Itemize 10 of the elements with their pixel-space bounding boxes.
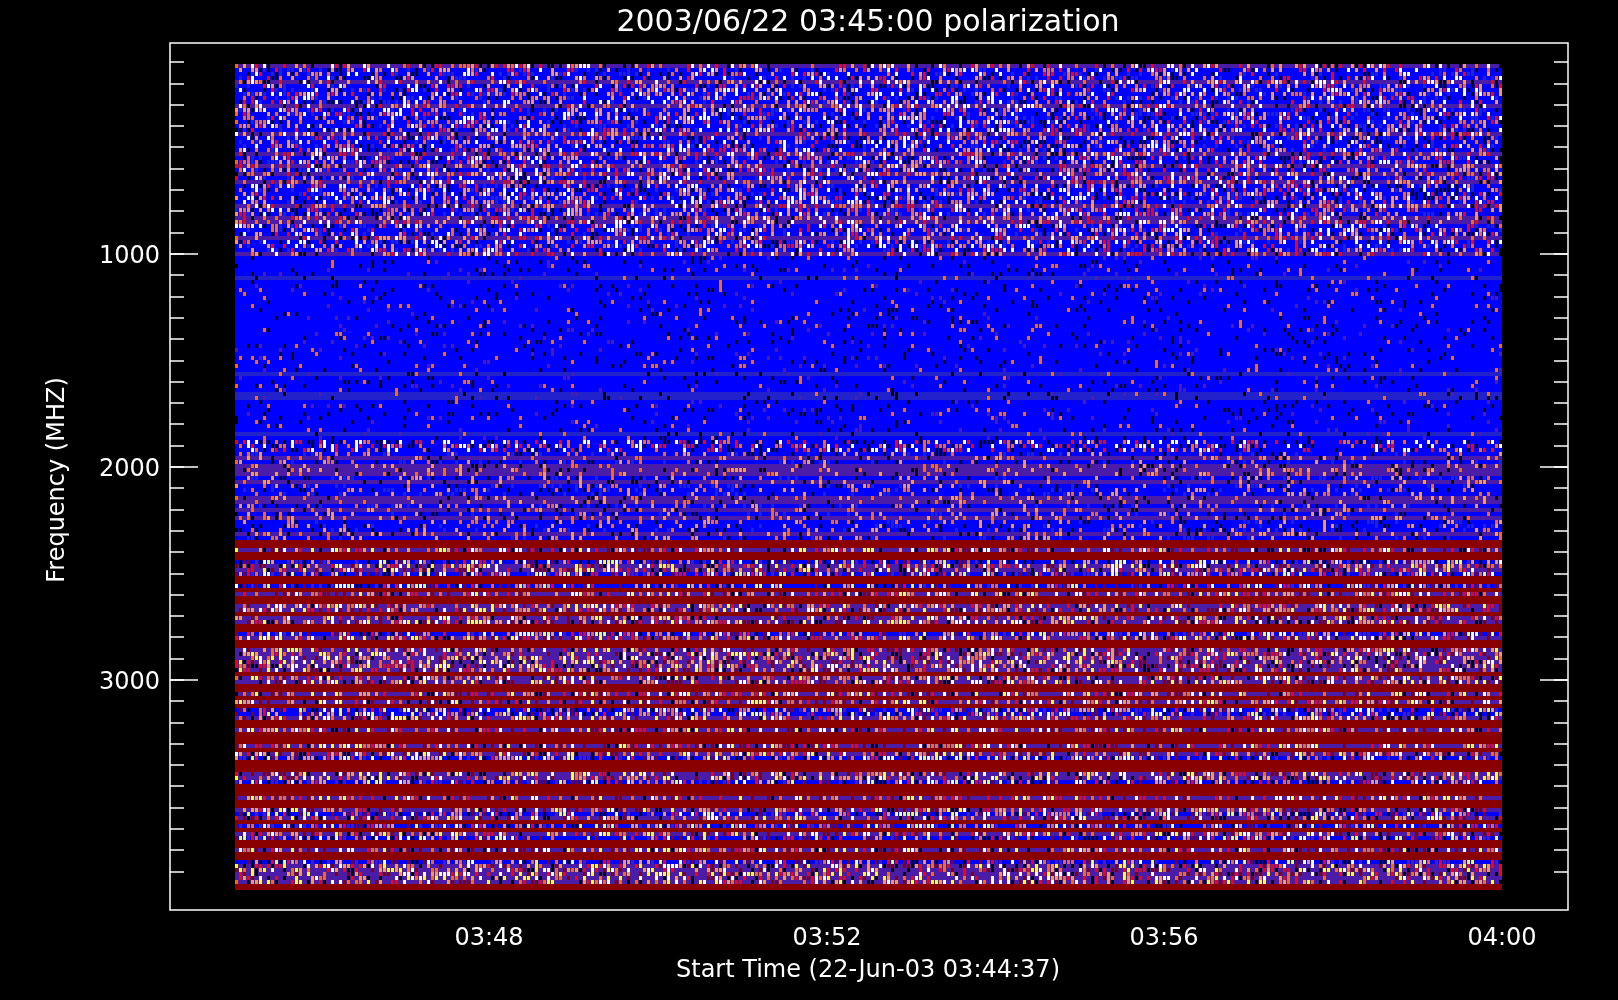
chart-title: 2003/06/22 03:45:00 polarization [616,3,1120,38]
x-tick-label: 04:00 [1467,923,1537,951]
y-axis-label: Frequency (MHZ) [42,377,70,583]
y-tick-label: 3000 [98,667,160,695]
x-tick-label: 03:52 [792,923,862,951]
x-tick-label: 03:48 [454,923,524,951]
x-tick-label: 03:56 [1129,923,1199,951]
y-tick-label: 1000 [98,241,160,269]
x-axis-label: Start Time (22-Jun-03 03:44:37) [676,955,1060,983]
y-tick-label: 2000 [98,454,160,482]
